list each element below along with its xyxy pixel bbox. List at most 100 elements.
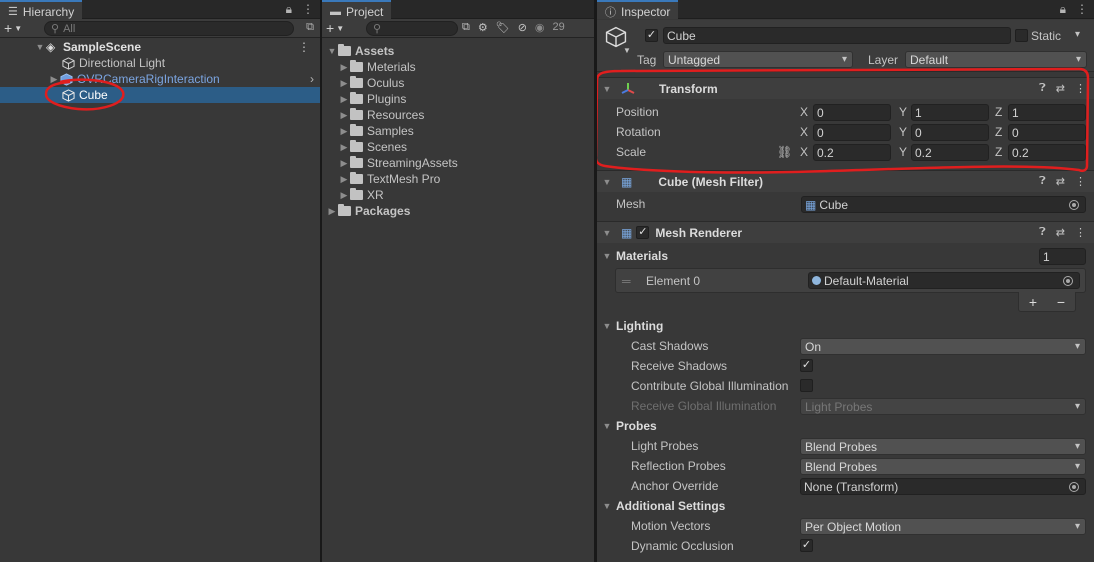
folder-icon	[350, 140, 363, 152]
project-search-input[interactable]: ⚲	[366, 21, 458, 36]
receive-shadows-checkbox[interactable]: ✓	[800, 359, 813, 372]
expand-arrow-icon[interactable]: ▶	[338, 174, 350, 185]
probes-foldout[interactable]: ▼ Probes	[597, 416, 1094, 436]
collapse-arrow-icon[interactable]: ▼	[601, 251, 613, 261]
expand-arrow-icon[interactable]: ▶	[326, 206, 338, 217]
materials-count-field[interactable]: 1	[1039, 248, 1086, 265]
more-menu-icon[interactable]: ⋮	[302, 2, 314, 17]
collapse-arrow-icon[interactable]: ▼	[601, 177, 613, 187]
contribute-gi-checkbox[interactable]	[800, 379, 813, 392]
expand-arrow-icon[interactable]: ▶	[338, 94, 350, 105]
mesh-object-field[interactable]: ▦ Cube	[801, 196, 1086, 213]
chevron-down-icon[interactable]: ▼	[623, 46, 631, 55]
folder-item[interactable]: ▶ Scenes	[322, 139, 594, 155]
lock-icon[interactable]: 🔒︎	[286, 2, 292, 17]
folder-tab-icon: ▬	[330, 5, 341, 18]
folder-item[interactable]: ▶ Oculus	[322, 75, 594, 91]
component-menu-icon[interactable]: ⋮	[1075, 226, 1086, 239]
receive-shadows-label: Receive Shadows	[631, 359, 728, 373]
visibility-icon[interactable]: ◉	[535, 21, 545, 34]
tab-project[interactable]: ▬ Project	[322, 0, 392, 19]
expand-arrow-icon[interactable]: ▶	[338, 110, 350, 121]
reflection-probes-dropdown[interactable]: Blend Probes	[800, 458, 1086, 475]
collapse-arrow-icon[interactable]: ▼	[601, 228, 613, 238]
material-value: Default-Material	[824, 273, 909, 288]
folder-icon	[338, 44, 351, 56]
preset-icon[interactable]: ⇄	[1056, 226, 1065, 239]
hierarchy-search-input[interactable]: ⚲ All	[44, 21, 294, 36]
collapse-arrow-icon[interactable]: ▼	[601, 501, 613, 511]
expand-arrow-icon[interactable]: ▶	[338, 126, 350, 137]
object-picker-icon[interactable]	[1069, 200, 1079, 210]
mesh-renderer-enabled-checkbox[interactable]: ✓	[636, 226, 650, 239]
cast-shadows-row: Cast Shadows On	[597, 336, 1094, 356]
mesh-renderer-header[interactable]: ▼ ▦ ✓ Mesh Renderer ❓︎ ⇄ ⋮	[597, 221, 1094, 243]
add-element-button[interactable]: +	[1029, 294, 1037, 310]
folder-item[interactable]: ▶ StreamingAssets	[322, 155, 594, 171]
tag-icon[interactable]: 🏷︎	[496, 21, 510, 34]
object-picker-icon[interactable]	[1063, 276, 1073, 286]
folder-item[interactable]: ▶ Samples	[322, 123, 594, 139]
create-button[interactable]: + ▼	[4, 20, 22, 36]
folder-item[interactable]: ▶ Resources	[322, 107, 594, 123]
info-icon: ⓘ	[605, 6, 616, 19]
static-checkbox[interactable]	[1015, 29, 1028, 42]
search-options-icon[interactable]: ⧉	[306, 21, 314, 34]
cast-shadows-dropdown[interactable]: On	[800, 338, 1086, 355]
more-menu-icon[interactable]: ⋮	[1076, 2, 1088, 17]
motion-vectors-dropdown[interactable]: Per Object Motion	[800, 518, 1086, 535]
anchor-override-row: Anchor Override None (Transform)	[597, 476, 1094, 496]
remove-element-button[interactable]: −	[1057, 294, 1065, 310]
anchor-override-field[interactable]: None (Transform)	[800, 478, 1086, 495]
collapse-arrow-icon[interactable]: ▼	[601, 321, 613, 331]
collapse-arrow-icon[interactable]: ▼	[601, 421, 613, 431]
active-checkbox[interactable]: ✓	[645, 29, 658, 42]
folder-label: TextMesh Pro	[367, 172, 441, 186]
assets-folder-row[interactable]: ▼ Assets	[322, 43, 594, 59]
materials-row[interactable]: ▼ Materials 1	[597, 246, 1094, 266]
object-name-field[interactable]: Cube	[663, 27, 1011, 44]
tab-hierarchy[interactable]: ☰ Hierarchy	[0, 0, 83, 19]
folder-item[interactable]: ▶ TextMesh Pro	[322, 171, 594, 187]
folder-icon	[350, 60, 363, 72]
folder-item[interactable]: ▶ Plugins	[322, 91, 594, 107]
object-picker-icon[interactable]	[1069, 482, 1079, 492]
cube-icon	[605, 26, 627, 48]
material-object-field[interactable]: Default-Material	[808, 272, 1080, 289]
hierarchy-item[interactable]: Directional Light	[0, 55, 320, 71]
search-by-label-icon[interactable]: ⚙	[478, 21, 488, 34]
anchor-override-value: None (Transform)	[804, 479, 899, 494]
expand-arrow-icon[interactable]: ▶	[338, 78, 350, 89]
lock-icon[interactable]: 🔒︎	[1060, 2, 1066, 17]
expand-arrow-icon[interactable]: ▶	[338, 62, 350, 73]
warning-filter-icon[interactable]: ⊘	[518, 21, 527, 34]
folder-label: Scenes	[367, 140, 408, 154]
lighting-foldout[interactable]: ▼ Lighting	[597, 316, 1094, 336]
scene-more-icon[interactable]: ⋮	[298, 40, 310, 54]
expand-arrow-icon[interactable]: ▶	[338, 190, 350, 201]
expand-arrow-icon[interactable]: ▶	[338, 142, 350, 153]
expand-arrow-icon[interactable]: ▶	[338, 158, 350, 169]
hierarchy-toolbar: + ▼ ⚲ All ⧉	[0, 19, 320, 38]
folder-item[interactable]: ▶ Meterials	[322, 59, 594, 75]
anchor-override-label: Anchor Override	[631, 479, 719, 493]
packages-folder-row[interactable]: ▶ Packages	[322, 203, 594, 219]
chevron-down-icon[interactable]: ▾	[1075, 29, 1080, 40]
tab-project-label: Project	[346, 4, 384, 19]
drag-handle-icon[interactable]: ═	[622, 274, 631, 288]
expand-arrow-icon[interactable]: ▼	[326, 46, 338, 56]
tab-inspector[interactable]: ⓘ Inspector	[597, 0, 679, 19]
help-icon[interactable]: ❓︎	[1039, 226, 1046, 239]
create-asset-button[interactable]: + ▼	[326, 20, 344, 36]
additional-settings-foldout[interactable]: ▼ Additional Settings	[597, 496, 1094, 516]
light-probes-dropdown[interactable]: Blend Probes	[800, 438, 1086, 455]
search-by-type-icon[interactable]: ⧉	[462, 21, 470, 34]
expand-arrow-icon[interactable]: ▼	[34, 42, 46, 52]
contribute-gi-row: Contribute Global Illumination	[597, 376, 1094, 396]
folder-item[interactable]: ▶ XR	[322, 187, 594, 203]
dynamic-occlusion-checkbox[interactable]: ✓	[800, 539, 813, 552]
folder-label: Resources	[367, 108, 425, 122]
folder-icon	[350, 124, 363, 136]
chevron-right-icon[interactable]: ›	[310, 72, 314, 86]
scene-row[interactable]: ▼ ◈ SampleScene ⋮	[0, 39, 320, 55]
